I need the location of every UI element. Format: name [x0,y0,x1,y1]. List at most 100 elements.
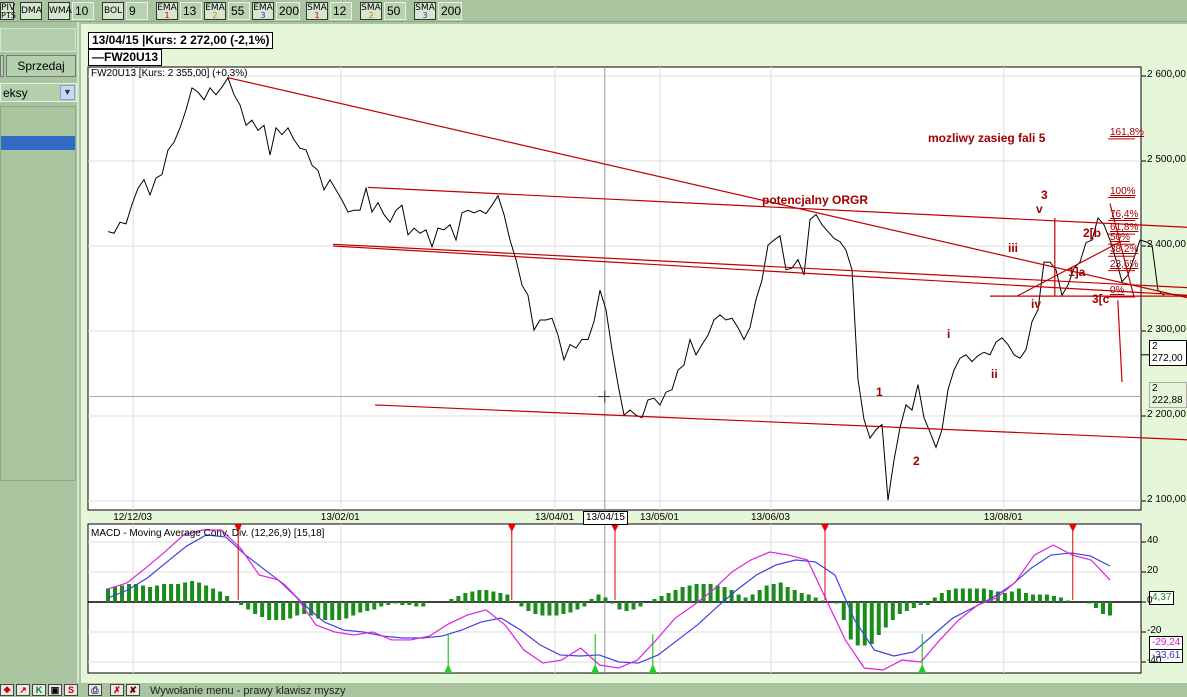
wave-label-3: 3 [1041,188,1048,202]
macd-histogram-bar [540,602,545,616]
macd-histogram-bar [211,588,216,602]
macd-histogram-bar [876,602,881,635]
wave-label-iii: iii [1008,241,1019,255]
series-legend: —FW20U13 [88,49,163,66]
crosshair-price-label: 2 222,88 [1149,382,1187,408]
fib-level-label: 50% [1110,232,1131,244]
macd-histogram-bar [589,599,594,602]
wave-label-1: 1 [876,385,883,399]
macd-histogram-bar [715,585,720,602]
macd-histogram-bar [337,602,342,620]
macd-histogram-bar [379,602,384,607]
macd-histogram-bar [799,593,804,602]
macd-histogram-bar [456,596,461,602]
macd-histogram-bar [1023,593,1028,602]
sell-s-icon[interactable]: S [64,684,78,696]
macd-histogram-bar [981,588,986,602]
macd-histogram-bar [904,602,909,611]
macd-tick-label: 40 [1147,535,1159,546]
expand-icon[interactable]: ↗ [16,684,30,696]
macd-histogram-bar [1044,594,1049,602]
macd-histogram-bar [897,602,902,614]
macd-histogram-bar [932,597,937,602]
macd-histogram-bar [204,585,209,602]
macd-histogram-bar [1100,602,1105,614]
macd-histogram-bar [498,593,503,602]
price-tick-label: 2 600,00 [1147,69,1186,80]
macd-histogram-bar [974,588,979,602]
macd-histogram-bar [1058,597,1063,602]
macd-histogram-bar [533,602,538,614]
macd-histogram-bar [946,590,951,602]
macd-histogram-bar [351,602,356,616]
macd-histogram-bar [631,602,636,610]
delete-all-icon[interactable]: ✘ [126,684,140,696]
macd-histogram-bar [925,602,930,605]
macd-histogram-bar [169,584,174,602]
macd-histogram-bar [421,602,426,607]
macd-histogram-bar [225,596,230,602]
macd-histogram-bar [638,602,643,607]
macd-histogram-bar [260,602,265,617]
annotation-orgr: potencjalny ORGR [762,193,869,207]
macd-histogram-bar [449,599,454,602]
macd-histogram-bar [554,602,559,616]
macd-histogram-bar [197,582,202,602]
macd-histogram-bar [603,597,608,602]
macd-histogram-bar [764,585,769,602]
macd-histogram-bar [463,593,468,602]
macd-histogram-bar [162,584,167,602]
legend-label: FW20U13 [104,50,159,64]
macd-histogram-bar [1037,594,1042,602]
macd-histogram-bar [568,602,573,613]
macd-histogram-bar [484,590,489,602]
macd-histogram-bar [666,593,671,602]
macd-histogram-bar [127,584,132,602]
macd-histogram-bar [575,602,580,610]
current-price-label: 2 272,00 [1149,340,1187,366]
macd-histogram-bar [519,602,524,607]
macd-histogram-bar [673,590,678,602]
macd-histogram-bar [1030,594,1035,602]
chart-canvas[interactable] [0,0,1187,695]
wave-label-v: v [1036,202,1043,216]
macd-histogram-bar [295,602,300,616]
wave-label-2: 2 [913,454,920,468]
macd-histogram-bar [652,599,657,602]
fib-level-label: 76,4% [1110,208,1139,220]
macd-histogram-bar [624,602,629,611]
macd-histogram-bar [869,602,874,644]
macd-histogram-bar [106,588,110,602]
status-text: Wywołanie menu - prawy klawisz myszy [150,685,346,697]
macd-histogram-bar [771,584,776,602]
macd-histogram-bar [918,602,923,605]
macd-tick-label: -40 [1147,655,1162,666]
macd-histogram-bar [246,602,251,610]
macd-histogram-bar [1002,593,1007,602]
macd-histogram-bar [477,590,482,602]
macd-histogram-bar [617,602,622,610]
delete-icon[interactable]: ✗ [110,684,124,696]
fib-level-label: 161,8% [1110,126,1144,138]
fit-icon[interactable]: ▣ [48,684,62,696]
price-tick-label: 2 200,00 [1147,409,1186,420]
macd-tick-label: 0 [1147,595,1153,606]
macd-tick-label: 20 [1147,565,1159,576]
macd-histogram-bar [841,602,846,620]
price-tick-label: 2 300,00 [1147,324,1186,335]
macd-histogram-bar [407,602,412,605]
macd-histogram-bar [176,584,181,602]
macd-histogram-bar [288,602,293,619]
macd-histogram-bar [183,582,188,602]
macd-histogram-bar [470,591,475,602]
zoom-icon[interactable]: ❖ [0,684,14,696]
macd-title: MACD - Moving Average Conv. Div. (12,26,… [91,528,325,539]
fib-level-label: 23,6% [1110,258,1139,270]
macd-histogram-bar [659,596,664,602]
buy-k-icon[interactable]: K [32,684,46,696]
print-icon[interactable]: ⎙ [88,684,102,696]
date-tick-label: 13/02/01 [320,512,360,523]
macd-histogram-bar [365,602,370,611]
macd-histogram-bar [491,591,496,602]
macd-histogram-bar [694,584,699,602]
